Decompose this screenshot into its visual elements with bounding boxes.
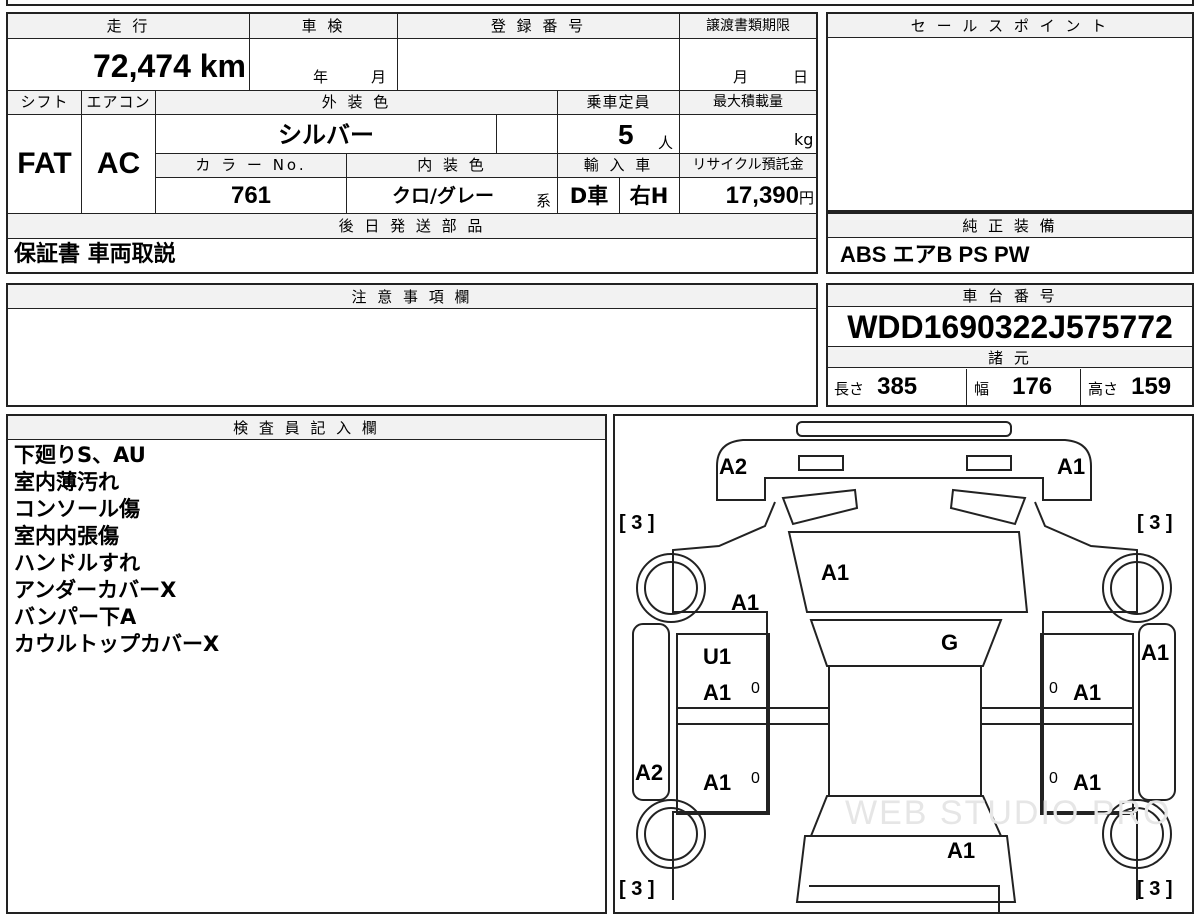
inspector-note: バンパー下A — [14, 605, 137, 629]
transfer-day: 日 — [793, 68, 809, 86]
sales-point-box: セ ー ル ス ポ イ ン ト — [826, 12, 1194, 212]
equipment-label: 純 正 装 備 — [828, 214, 1192, 238]
inspector-note: 下廻りS、AU — [14, 443, 146, 467]
specs-label: 諸 元 — [828, 346, 1192, 368]
inspector-note: 室内薄汚れ — [14, 470, 119, 494]
car-outline — [632, 421, 1176, 912]
shift-label: シフト — [8, 91, 81, 114]
height-value: 159 — [1131, 373, 1172, 400]
tire-tread-rear-left: [ 3 ] — [619, 878, 655, 900]
width-spec: 幅 176 — [974, 371, 1052, 405]
inspector-notes: 下廻りS、AU 室内薄汚れ コンソール傷 室内内張傷 ハンドルすれ アンダーカバ… — [8, 442, 605, 658]
inspector-note: 室内内張傷 — [14, 524, 119, 548]
chassis-box: 車 台 番 号 WDD1690322J575772 諸 元 長さ 385 幅 1… — [826, 283, 1194, 407]
shaken-year: 年 — [313, 68, 329, 86]
zero-marker: 0 — [1049, 680, 1058, 697]
length-label: 長さ — [834, 380, 865, 398]
later-parts-value: 保証書 車両取説 — [14, 242, 176, 267]
steering-side-value: 右H — [629, 184, 669, 208]
damage-mark-right-side: A1 — [1141, 640, 1170, 665]
sales-point-label: セ ー ル ス ポ イ ン ト — [828, 14, 1192, 38]
mileage-value: 72,474 km — [8, 40, 246, 90]
transfer-deadline-label: 譲渡書類期限 — [680, 14, 816, 38]
interior-color-value: クロ/グレー — [392, 185, 494, 207]
color-no-label: カ ラ ー No. — [156, 154, 346, 177]
mileage-number: 72,474 — [92, 48, 191, 84]
damage-mark-rear-door-right: A1 — [1073, 770, 1102, 795]
notes-label: 注 意 事 項 欄 — [8, 285, 816, 309]
tire-tread-rear-right: [ 3 ] — [1137, 878, 1173, 900]
zero-marker: 0 — [1049, 770, 1058, 787]
max-load-unit: kg — [794, 130, 814, 149]
capacity-label: 乗車定員 — [558, 91, 679, 114]
ac-label: エアコン — [82, 91, 155, 114]
equipment-box: 純 正 装 備 ABS エアB PS PW — [826, 212, 1194, 274]
damage-mark-hood: A1 — [821, 560, 850, 585]
inspector-note: ハンドルすれ — [14, 551, 140, 575]
shaken-month: 月 — [371, 68, 387, 86]
later-parts-label: 後 日 発 送 部 品 — [8, 214, 816, 238]
exterior-color-label: 外 装 色 — [156, 91, 557, 114]
damage-mark-windshield: G — [941, 630, 959, 655]
tire-tread-front-right: [ 3 ] — [1137, 512, 1173, 534]
chassis-label: 車 台 番 号 — [828, 285, 1192, 307]
height-label: 高さ — [1088, 380, 1119, 398]
import-label: 輸 入 車 — [558, 154, 679, 177]
inspector-note: カウルトップカバーX — [14, 632, 220, 656]
max-load-label: 最大積載量 — [680, 91, 816, 114]
length-value: 385 — [877, 373, 918, 400]
recycle-amount: 17,390 — [725, 182, 799, 209]
damage-mark-front-bumper-left: A2 — [719, 454, 748, 479]
capacity-unit: 人 — [658, 134, 674, 152]
inspector-note: アンダーカバーX — [14, 578, 177, 602]
top-strip — [6, 0, 1194, 6]
recycle-unit: 円 — [798, 190, 814, 207]
height-spec: 高さ 159 — [1088, 371, 1171, 405]
interior-color-label: 内 装 色 — [347, 154, 557, 177]
inspector-box: 検 査 員 記 入 欄 下廻りS、AU 室内薄汚れ コンソール傷 室内内張傷 ハ… — [6, 414, 607, 914]
tire-tread-front-left: [ 3 ] — [619, 512, 655, 534]
zero-marker: 0 — [751, 680, 760, 697]
watermark: WEB STUDIO PRO — [845, 794, 1172, 832]
interior-color-suffix: 系 — [536, 192, 552, 210]
color-no-value: 761 — [230, 182, 272, 209]
shift-value: FAT — [17, 147, 72, 180]
mileage-label: 走 行 — [8, 14, 249, 38]
registration-label: 登 録 番 号 — [398, 14, 679, 38]
damage-mark-front-door-left: A1 — [703, 680, 732, 705]
width-value: 176 — [1012, 373, 1053, 400]
ac-value: AC — [96, 147, 141, 180]
shaken-label: 車 検 — [250, 14, 397, 38]
inspector-label: 検 査 員 記 入 欄 — [8, 416, 605, 440]
damage-mark-rear-door-left: A1 — [703, 770, 732, 795]
chassis-number: WDD1690322J575772 — [847, 309, 1173, 345]
damage-mark-front-door-right: A1 — [1073, 680, 1102, 705]
damage-mark-front-fender-left: A1 — [731, 590, 760, 615]
recycle-deposit-label: リサイクル預託金 — [680, 154, 816, 177]
damage-mark-left-sill: A2 — [635, 760, 664, 785]
car-damage-diagram: A2 A1 A1 A1 A1 G U1 A1 A1 A1 A2 A1 A1 0 … — [613, 414, 1194, 914]
exterior-color-value: シルバー — [278, 121, 374, 149]
damage-mark-front-door-left-u: U1 — [703, 644, 732, 669]
length-spec: 長さ 385 — [834, 371, 917, 405]
capacity-value: 5 — [618, 119, 634, 150]
width-label: 幅 — [974, 380, 990, 398]
notes-box: 注 意 事 項 欄 — [6, 283, 818, 407]
recycle-deposit-value: 17,390円 — [680, 179, 814, 216]
vehicle-info-table: 走 行 車 検 登 録 番 号 譲渡書類期限 72,474 km 年 月 月 日… — [6, 12, 818, 274]
transfer-month: 月 — [733, 68, 749, 86]
inspector-note: コンソール傷 — [14, 497, 140, 521]
mileage-unit: km — [199, 48, 246, 84]
zero-marker: 0 — [751, 770, 760, 787]
damage-mark-front-bumper-right: A1 — [1057, 454, 1086, 479]
equipment-value: ABS エアB PS PW — [840, 242, 1030, 267]
import-type-value: D車 — [569, 184, 609, 208]
damage-mark-trunk: A1 — [947, 838, 976, 863]
